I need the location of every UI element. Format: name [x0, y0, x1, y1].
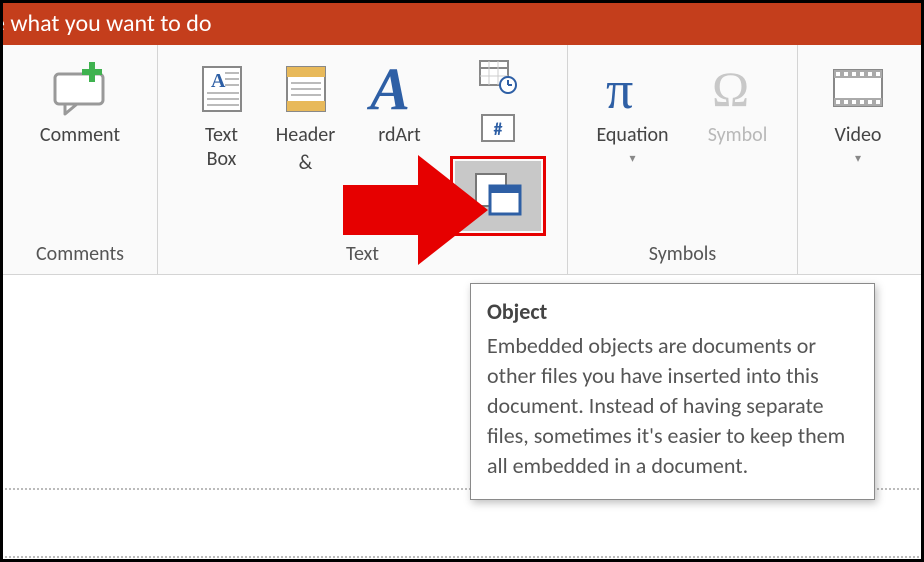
chevron-down-icon: ▾	[855, 151, 861, 166]
tooltip-title: Object	[487, 298, 858, 325]
comment-icon	[45, 59, 115, 119]
date-time-button[interactable]	[473, 57, 523, 101]
group-symbols: π Equation ▾ Ω Symbol Symbols	[568, 45, 798, 274]
header-footer-icon	[283, 59, 329, 119]
svg-text:#: #	[493, 118, 502, 140]
symbol-button[interactable]: Ω Symbol	[688, 53, 788, 147]
symbol-icon: Ω	[710, 59, 766, 119]
group-comments-label: Comments	[11, 236, 149, 274]
comment-button[interactable]: Comment	[15, 53, 145, 147]
textbox-button[interactable]: A Text Box	[183, 53, 261, 171]
tooltip-body: Embedded objects are documents or other …	[487, 331, 858, 481]
equation-button[interactable]: π Equation ▾	[578, 53, 688, 166]
slide-number-button[interactable]: #	[473, 109, 523, 153]
tell-me-search[interactable]: e what you want to do	[3, 3, 921, 45]
group-media-label	[806, 260, 910, 274]
object-icon	[472, 170, 524, 223]
ribbon: Comment Comments A	[3, 45, 921, 275]
header-footer-label2: &	[299, 151, 313, 175]
svg-text:π: π	[606, 60, 633, 118]
group-text: A Text Box	[158, 45, 568, 274]
svg-text:A: A	[211, 70, 226, 92]
equation-label: Equation	[596, 123, 668, 147]
symbol-label: Symbol	[708, 123, 768, 147]
group-media: Video ▾	[798, 45, 918, 274]
wordart-button[interactable]: A rdArt	[351, 53, 449, 147]
video-icon	[830, 59, 886, 119]
comment-label: Comment	[40, 123, 120, 147]
tooltip: Object Embedded objects are documents or…	[470, 283, 875, 500]
date-time-icon	[478, 59, 518, 100]
video-button[interactable]: Video ▾	[808, 53, 908, 166]
textbox-icon: A	[199, 59, 245, 119]
svg-text:Ω: Ω	[712, 61, 749, 117]
group-text-label: Text	[166, 236, 559, 274]
equation-icon: π	[602, 59, 664, 119]
slide-number-icon: #	[480, 113, 516, 150]
object-button[interactable]	[455, 161, 541, 231]
video-label: Video	[835, 123, 882, 147]
svg-text:A: A	[366, 59, 410, 119]
group-symbols-label: Symbols	[576, 236, 789, 274]
chevron-down-icon: ▾	[629, 151, 635, 166]
header-footer-button[interactable]: Header &	[261, 53, 351, 175]
textbox-label: Text Box	[205, 123, 238, 171]
wordart-label: rdArt	[378, 123, 420, 147]
header-footer-label: Header	[276, 123, 335, 147]
group-comments: Comment Comments	[3, 45, 158, 274]
wordart-icon: A	[365, 59, 435, 119]
